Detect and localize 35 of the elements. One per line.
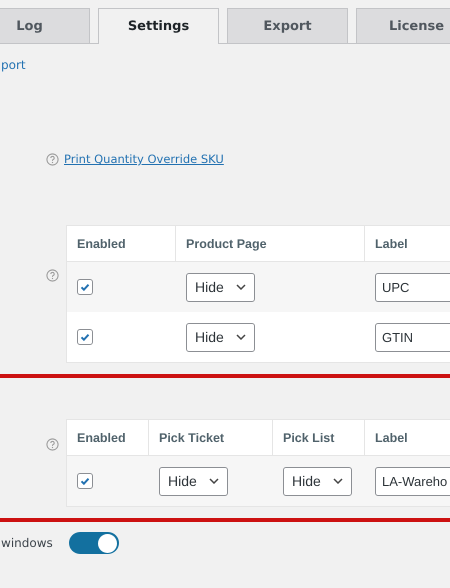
label-input[interactable]: UPC [375, 272, 450, 302]
tab[interactable]: Export [227, 8, 348, 43]
check-icon [79, 281, 91, 293]
label-input[interactable]: GTIN [375, 322, 450, 352]
chevron-down-icon [236, 284, 246, 290]
help-icon [46, 152, 59, 166]
column-header: Enabled [67, 420, 149, 455]
check-icon [79, 475, 91, 487]
column-header: Label [365, 226, 450, 261]
dropdown[interactable]: Hide [186, 322, 255, 352]
chevron-down-icon [208, 478, 219, 484]
chevron-down-icon [236, 334, 246, 340]
check-icon [79, 331, 91, 343]
help-icon [46, 438, 59, 451]
checkbox[interactable] [77, 279, 93, 295]
toggle-switch[interactable] [68, 532, 119, 554]
column-header: Pick List [273, 420, 365, 455]
override-link[interactable]: Print Quantity Override SKU [64, 152, 224, 166]
column-header: Enabled [67, 226, 176, 261]
column-header: Label [365, 420, 450, 455]
checkbox[interactable] [77, 329, 93, 345]
chevron-down-icon [332, 478, 343, 484]
dropdown[interactable]: Hide [159, 466, 228, 496]
dropdown[interactable]: Hide [186, 272, 255, 302]
column-header: Pick Ticket [149, 420, 273, 455]
toggle-label: windows [1, 536, 53, 550]
tab[interactable]: Log [0, 8, 90, 43]
checkbox[interactable] [77, 473, 93, 489]
help-icon [46, 269, 59, 282]
tab[interactable]: Settings [98, 8, 219, 44]
partial-link[interactable]: port [1, 58, 26, 72]
column-header: Product Page [176, 226, 365, 261]
dropdown[interactable]: Hide [283, 466, 352, 496]
tab[interactable]: License [356, 8, 450, 43]
label-input[interactable]: LA-Wareho [375, 466, 450, 496]
